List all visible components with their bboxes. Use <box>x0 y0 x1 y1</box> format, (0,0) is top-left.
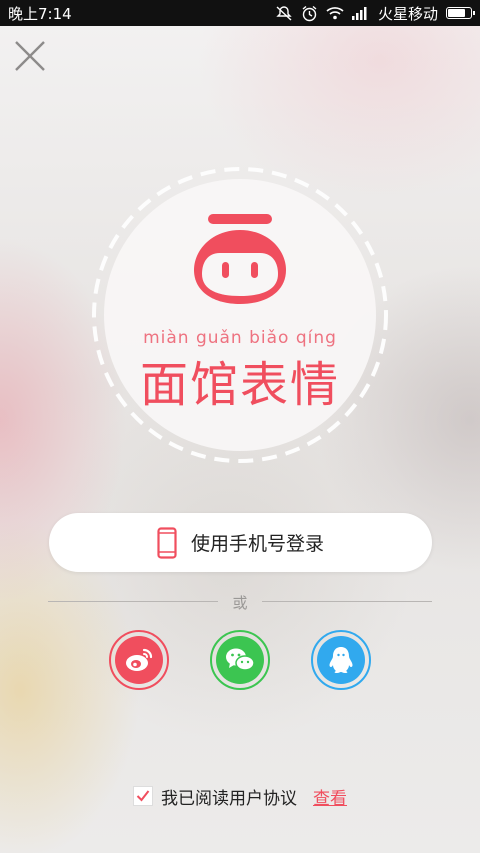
status-bar: 晚上7:14 火星移动 <box>0 0 480 26</box>
logo-badge <box>90 165 390 465</box>
qq-icon <box>329 647 353 673</box>
mute-icon <box>276 6 292 21</box>
battery-icon <box>446 7 475 19</box>
close-button[interactable] <box>12 38 48 74</box>
signal-icon <box>351 7 367 20</box>
divider-left <box>48 601 218 602</box>
battery-level <box>448 9 465 17</box>
agreement-text: 我已阅读用户协议 <box>161 788 297 809</box>
weibo-icon <box>126 648 153 671</box>
agreement-checkbox[interactable] <box>133 786 153 806</box>
status-icons: 火星移动 <box>275 3 475 24</box>
divider-right <box>262 601 432 602</box>
or-label: 或 <box>232 594 248 612</box>
pig-face-icon <box>194 214 286 304</box>
alarm-icon <box>302 5 317 21</box>
carrier-name: 火星移动 <box>377 4 438 23</box>
wifi-icon <box>326 7 344 20</box>
weibo-login-button[interactable] <box>109 630 169 690</box>
wechat-login-button[interactable] <box>210 630 270 690</box>
app-name: 面馆表情 <box>139 357 340 413</box>
phone-icon <box>157 526 177 559</box>
close-icon <box>15 41 45 71</box>
phone-login-label: 使用手机号登录 <box>190 533 324 555</box>
qq-login-button[interactable] <box>311 630 371 690</box>
status-time: 晚上7:14 <box>8 4 72 23</box>
phone-login-button[interactable]: 使用手机号登录 <box>49 513 432 572</box>
checkmark-icon <box>136 790 150 802</box>
view-agreement-link[interactable]: 查看 <box>313 784 347 809</box>
agreement-row: 我已阅读用户协议 查看 <box>133 783 347 809</box>
wechat-icon <box>226 648 255 671</box>
